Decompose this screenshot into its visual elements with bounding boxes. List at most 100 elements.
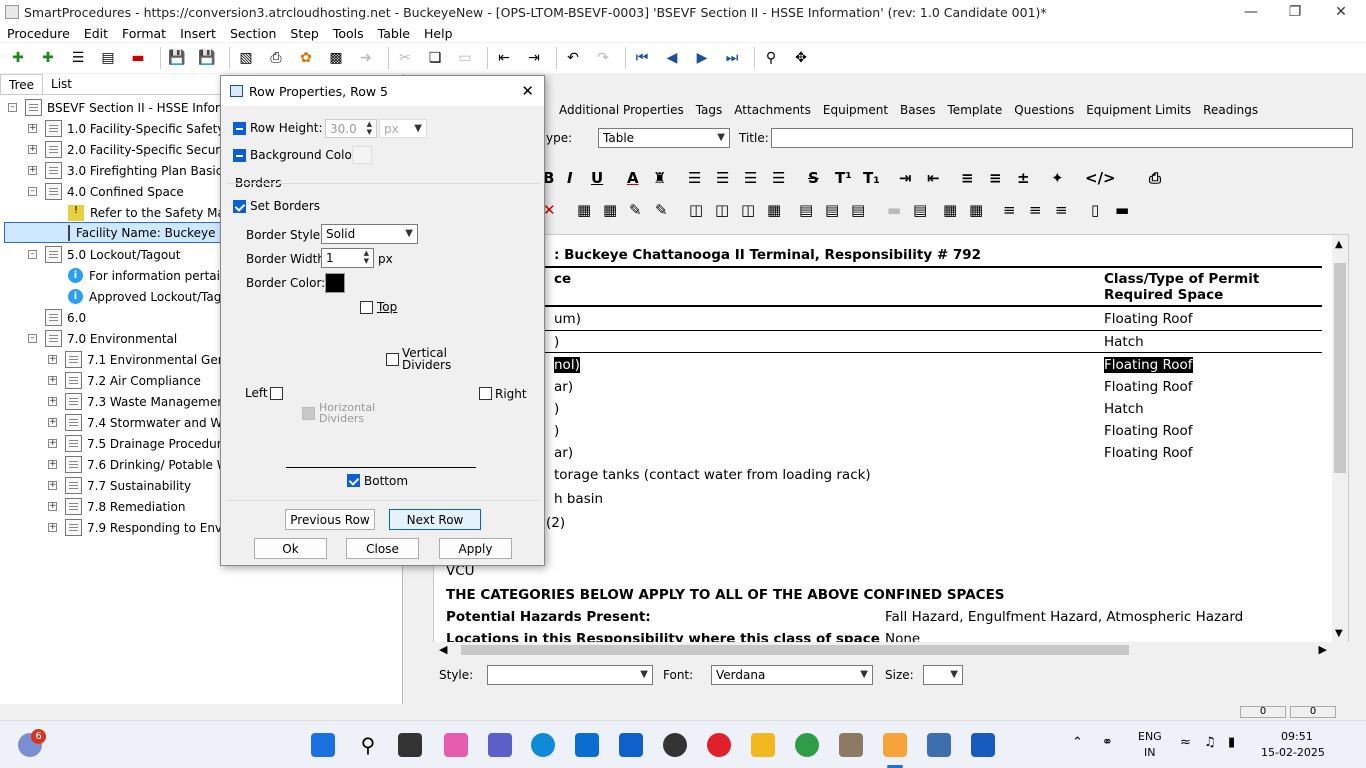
border-color-swatch[interactable]	[325, 273, 345, 293]
font-select[interactable]: Verdana ▼	[711, 665, 873, 685]
row-height-input[interactable]: 30.0 ▲ ▼	[325, 119, 377, 138]
tab-readings[interactable]: Readings	[1197, 101, 1264, 119]
tree-item[interactable]: +7.5 Drainage Procedure	[48, 433, 229, 454]
undo-icon[interactable]: ↶	[561, 46, 585, 70]
background-color-swatch[interactable]	[352, 146, 372, 164]
scroll-right-icon[interactable]: ▶	[1319, 643, 1327, 656]
edge-icon[interactable]	[531, 733, 555, 757]
properties-icon[interactable]: ▤	[96, 46, 120, 70]
chrome-icon[interactable]	[795, 733, 819, 757]
cut-icon[interactable]: ✂	[393, 46, 417, 70]
tree-item[interactable]: i Approved Lockout/Tagou	[68, 286, 236, 307]
tree-item[interactable]: +7.4 Stormwater and Waste	[48, 412, 247, 433]
table-cell[interactable]: )	[554, 334, 559, 350]
table-cell[interactable]: ar)	[554, 445, 573, 461]
fill-color-icon[interactable]: ♜	[653, 169, 666, 187]
arrow-icon[interactable]: ➜	[354, 46, 378, 70]
cell-merge-icon[interactable]: ▤	[913, 201, 927, 219]
scroll-left-icon[interactable]: ◀	[439, 643, 447, 656]
publish-icon[interactable]: ▧	[234, 46, 258, 70]
border-style-select[interactable]: Solid ▼	[321, 224, 418, 244]
tree-root[interactable]: – BSEVF Section II - HSSE Informati	[8, 97, 247, 118]
list-icon[interactable]: ☰	[66, 46, 90, 70]
network-status-icon[interactable]: ⚭	[1102, 735, 1113, 750]
menu-edit[interactable]: Edit	[77, 26, 115, 41]
insert-row-below-icon[interactable]: ▤	[825, 201, 839, 219]
collapse-icon[interactable]: –	[28, 334, 37, 343]
delete-row-icon[interactable]: ▤	[851, 201, 865, 219]
tree-item[interactable]: +7.3 Waste Management	[48, 391, 230, 412]
copy-icon[interactable]: ❏	[423, 46, 447, 70]
number-list-icon[interactable]: ≡	[989, 169, 1002, 187]
tab-tags[interactable]: Tags	[690, 101, 729, 119]
expand-icon[interactable]: +	[28, 124, 37, 133]
table-properties-icon[interactable]: ▦	[603, 201, 617, 219]
border-width-input[interactable]: 1 ▲ ▼	[321, 248, 374, 268]
insert-row-icon[interactable]: ▤	[799, 201, 813, 219]
align-left-icon[interactable]: ☰	[688, 169, 701, 187]
close-button[interactable]: Close	[346, 538, 419, 559]
opera-icon[interactable]	[707, 733, 731, 757]
font-color-icon[interactable]: A	[627, 169, 639, 187]
content-editor[interactable]: : Buckeye Chattanooga II Terminal, Respo…	[433, 234, 1349, 646]
table-cell-selected[interactable]: Floating Roof	[1104, 357, 1193, 373]
language-line-1[interactable]: ENG	[1138, 730, 1162, 743]
expand-icon[interactable]: +	[48, 376, 57, 385]
dialog-close-icon[interactable]: ✕	[521, 82, 534, 100]
type-select[interactable]: Table ▼	[598, 128, 730, 148]
table-cell[interactable]: torage tanks (contact water from loading…	[554, 467, 871, 483]
apply-button[interactable]: Apply	[439, 538, 512, 559]
scrollbar-thumb[interactable]	[1334, 263, 1346, 473]
row-height-unit-select[interactable]: px ▼	[379, 119, 427, 138]
hazards-value[interactable]: Fall Hazard, Engulfment Hazard, Atmosphe…	[885, 609, 1243, 625]
size-select[interactable]: ▼	[923, 665, 963, 685]
spell-icon[interactable]: ✿	[294, 46, 318, 70]
teams-icon[interactable]	[488, 733, 512, 757]
word-icon[interactable]	[971, 733, 995, 757]
tree-item[interactable]: +1.0 Facility-Specific Safety Pro	[28, 118, 247, 139]
collapse-icon[interactable]: –	[8, 103, 17, 112]
table-cell[interactable]: h basin	[554, 491, 603, 507]
collapse-icon[interactable]: –	[28, 187, 37, 196]
tree-item[interactable]: 6.0	[45, 307, 86, 328]
left-border-checkbox[interactable]	[270, 387, 283, 400]
menu-table[interactable]: Table	[371, 26, 417, 41]
insert-table-icon[interactable]: ▦	[577, 201, 591, 219]
language-line-2[interactable]: IN	[1144, 746, 1155, 759]
column-width-icon[interactable]: ▯	[1091, 201, 1099, 219]
previous-icon[interactable]: ◀	[660, 46, 684, 70]
table-cell[interactable]: Floating Roof	[1104, 379, 1193, 395]
chevron-up-icon[interactable]: ⌃	[1072, 735, 1083, 750]
expand-icon[interactable]: +	[48, 418, 57, 427]
valign-bottom-icon[interactable]: ≡	[1055, 201, 1068, 219]
tab-tree[interactable]: Tree	[0, 74, 44, 94]
edit-cell-icon[interactable]: ✎	[629, 201, 642, 219]
tree-item-selected[interactable]: Facility Name: Buckeye Ch	[4, 222, 235, 243]
clock-date[interactable]: 15-02-2025	[1261, 746, 1325, 759]
table-cell[interactable]: um)	[554, 311, 581, 327]
delete-column-icon[interactable]: ◫	[741, 201, 755, 219]
previous-row-button[interactable]: Previous Row	[285, 509, 375, 530]
italic-icon[interactable]: I	[567, 169, 573, 187]
wifi-icon[interactable]: ≈	[1180, 735, 1191, 750]
justify-icon[interactable]: ☰	[772, 169, 785, 187]
tab-questions[interactable]: Questions	[1008, 101, 1080, 119]
print-icon[interactable]: ⎙	[264, 46, 288, 70]
move-icon[interactable]: ✥	[789, 46, 813, 70]
compare-icon[interactable]: ▩	[324, 46, 348, 70]
underline-icon[interactable]: U	[591, 169, 603, 187]
expand-icon[interactable]: +	[48, 502, 57, 511]
menu-procedure[interactable]: Procedure	[0, 26, 77, 41]
tab-bases[interactable]: Bases	[894, 101, 941, 119]
table-cell[interactable]: Hatch	[1104, 401, 1144, 417]
tree-item[interactable]: +3.0 Firefighting Plan Basic Out	[28, 160, 248, 181]
edit-row-icon[interactable]: ✎	[655, 201, 668, 219]
expand-icon[interactable]: +	[48, 397, 57, 406]
expand-icon[interactable]: +	[48, 460, 57, 469]
scrollbar-thumb[interactable]	[461, 645, 1129, 655]
table-cell[interactable]: )	[554, 423, 559, 439]
remote-desktop-icon[interactable]	[927, 733, 951, 757]
menu-step[interactable]: Step	[283, 26, 325, 41]
next-row-button[interactable]: Next Row	[389, 509, 481, 530]
row-height-icon[interactable]: ▬	[1115, 201, 1129, 219]
